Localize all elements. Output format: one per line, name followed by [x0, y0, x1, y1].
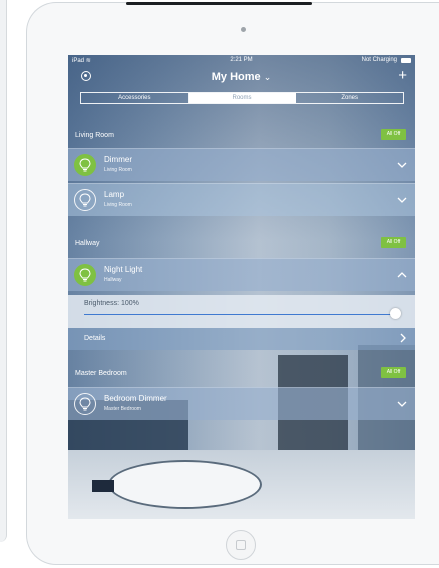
accessory-room: Master Bedroom: [104, 406, 141, 412]
background-book: [92, 480, 114, 492]
adjacent-device-edge: [0, 0, 7, 542]
tab-zones[interactable]: Zones: [296, 93, 403, 103]
brightness-label: Brightness: 100%: [84, 300, 139, 307]
lightbulb-icon[interactable]: [74, 264, 96, 286]
accessory-row-night-light[interactable]: Night Light Hallway: [68, 258, 415, 291]
home-square-icon: [236, 540, 246, 550]
home-title-button[interactable]: My Home ⌄: [68, 71, 415, 83]
background-table: [108, 460, 262, 509]
battery-status: Not Charging: [361, 57, 397, 63]
camera-icon: [241, 27, 246, 32]
chevron-down-icon[interactable]: [397, 195, 407, 205]
accessory-name: Lamp: [104, 190, 125, 199]
battery-icon: [401, 58, 411, 63]
home-button[interactable]: [226, 530, 256, 560]
section-header-living-room: Living Room All Off: [68, 126, 415, 146]
details-row[interactable]: Details: [68, 328, 415, 350]
accessory-row-lamp[interactable]: Lamp Living Room: [68, 183, 415, 216]
screen: iPad ≋ 2:21 PM Not Charging My Home ⌄ + …: [68, 55, 415, 519]
section-title: Living Room: [75, 132, 114, 139]
all-off-button[interactable]: All Off: [381, 129, 406, 140]
add-button[interactable]: +: [398, 67, 407, 84]
accessory-room: Living Room: [104, 167, 132, 173]
chevron-down-icon[interactable]: [397, 160, 407, 170]
page-title: My Home: [211, 71, 261, 83]
navigation-bar: My Home ⌄ +: [68, 67, 415, 89]
accessory-room: Hallway: [104, 277, 122, 283]
accessory-room: Living Room: [104, 202, 132, 208]
all-off-button[interactable]: All Off: [381, 367, 406, 378]
all-off-button[interactable]: All Off: [381, 237, 406, 248]
section-title: Hallway: [75, 240, 100, 247]
chevron-down-icon: ⌄: [263, 72, 272, 82]
section-title: Master Bedroom: [75, 370, 127, 377]
view-tabs: Accessories Rooms Zones: [80, 92, 404, 104]
accessory-name: Dimmer: [104, 155, 132, 164]
accessory-name: Bedroom Dimmer: [104, 394, 167, 403]
section-header-master-bedroom: Master Bedroom All Off: [68, 364, 415, 384]
lightbulb-icon[interactable]: [74, 393, 96, 415]
lightbulb-icon[interactable]: [74, 189, 96, 211]
status-bar: iPad ≋ 2:21 PM Not Charging: [68, 55, 415, 67]
chevron-up-icon[interactable]: [397, 270, 407, 280]
chevron-down-icon[interactable]: [397, 399, 407, 409]
tab-rooms[interactable]: Rooms: [188, 93, 297, 103]
accessory-name: Night Light: [104, 265, 143, 274]
brightness-slider[interactable]: [84, 314, 396, 315]
chevron-right-icon: [400, 333, 406, 343]
tablet-top-edge: [126, 2, 312, 5]
lightbulb-icon[interactable]: [74, 154, 96, 176]
brightness-slider-thumb[interactable]: [390, 308, 401, 319]
section-header-hallway: Hallway All Off: [68, 234, 415, 254]
tab-accessories[interactable]: Accessories: [81, 93, 189, 103]
accessory-row-bedroom-dimmer[interactable]: Bedroom Dimmer Master Bedroom: [68, 387, 415, 420]
details-label: Details: [84, 335, 106, 342]
brightness-panel: Brightness: 100%: [68, 295, 415, 328]
accessory-row-dimmer[interactable]: Dimmer Living Room: [68, 148, 415, 181]
